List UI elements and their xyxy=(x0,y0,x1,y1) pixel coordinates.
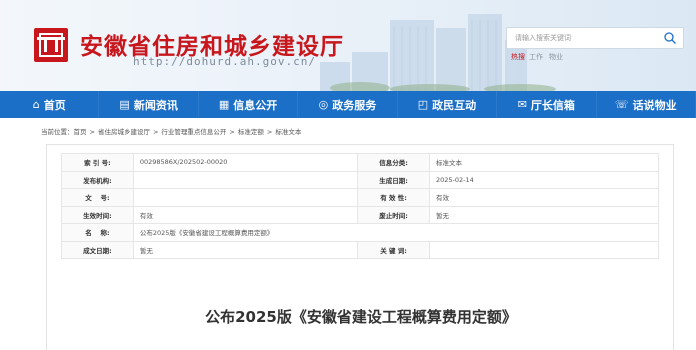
chat-icon: ◰ xyxy=(417,98,429,111)
nav-label: 首页 xyxy=(43,98,66,112)
search-icon[interactable] xyxy=(663,31,677,45)
hot-word-link[interactable]: 工作 xyxy=(529,53,543,61)
doc-no-label: 文 号: xyxy=(61,188,134,207)
index-no-label: 索 引 号: xyxy=(61,153,134,172)
category-label: 信息分类: xyxy=(357,153,430,172)
nav-label: 政民互动 xyxy=(432,98,477,112)
mailbox-icon: ✉ xyxy=(517,98,527,111)
site-logo[interactable] xyxy=(34,28,68,62)
document-info-table: 索 引 号: 00298586X/202502-00020 信息分类: 标准文本… xyxy=(61,153,660,259)
index-no-value: 00298586X/202502-00020 xyxy=(132,153,359,172)
nav-item-info-disclosure[interactable]: ▦ 信息公开 xyxy=(199,91,299,118)
doc-no-value xyxy=(132,188,359,207)
hot-search-label: 热搜 xyxy=(511,53,525,61)
table-row: 名 称: 公布2025版《安徽省建设工程概算费用定额》 xyxy=(61,223,660,242)
breadcrumb-separator: > xyxy=(152,128,159,136)
services-icon: ◎ xyxy=(318,98,329,111)
search-box xyxy=(506,27,684,49)
effective-date-label: 生效时间: xyxy=(61,205,134,224)
breadcrumb: 当前位置：首页 > 省住房城乡建设厅 > 行业管理重点信息公开 > 标准定额 > 标准文本 xyxy=(41,126,304,136)
compose-date-value: 暂无 xyxy=(132,240,359,259)
main-nav: ⌂ 首页 ▤ 新闻资讯 ▦ 信息公开 ◎ 政务服务 ◰ 政民互动 ✉ 厅长信箱 ☏ 话说物业 xyxy=(0,91,696,118)
breadcrumb-link[interactable]: 首页 xyxy=(74,128,87,136)
keywords-value xyxy=(428,240,660,259)
nav-item-interaction[interactable]: ◰ 政民互动 xyxy=(398,91,498,118)
article-panel: 索 引 号: 00298586X/202502-00020 信息分类: 标准文本… xyxy=(46,144,674,350)
phone-icon: ☏ xyxy=(614,98,629,111)
nav-item-news[interactable]: ▤ 新闻资讯 xyxy=(99,91,199,118)
created-date-label: 生成日期: xyxy=(357,170,430,189)
keywords-label: 关 键 词: xyxy=(357,240,430,259)
doc-name-label: 名 称: xyxy=(61,223,134,242)
validity-value: 有效 xyxy=(428,188,660,207)
nav-label: 政务服务 xyxy=(332,98,377,112)
validity-label: 有 效 性: xyxy=(357,188,430,207)
category-value: 标准文本 xyxy=(428,153,660,172)
breadcrumb-link[interactable]: 省住房城乡建设厅 xyxy=(98,128,150,136)
breadcrumb-link[interactable]: 标准定额 xyxy=(238,128,264,136)
home-icon: ⌂ xyxy=(32,98,40,111)
hot-word-link[interactable]: 物业 xyxy=(549,53,563,61)
publisher-label: 发布机构: xyxy=(61,170,134,189)
table-row: 成文日期: 暂无 关 键 词: xyxy=(61,240,660,259)
search-input[interactable] xyxy=(515,31,655,45)
breadcrumb-prefix: 当前位置： xyxy=(41,128,74,136)
breadcrumb-separator: > xyxy=(266,128,273,136)
compose-date-label: 成文日期: xyxy=(61,240,134,259)
nav-label: 新闻资讯 xyxy=(133,98,178,112)
site-url: http://dohurd.ah.gov.cn/ xyxy=(133,55,316,68)
breadcrumb-link[interactable]: 行业管理重点信息公开 xyxy=(161,128,226,136)
site-header: 安徽省住房和城乡建设厅 http://dohurd.ah.gov.cn/ 热搜工… xyxy=(0,0,696,91)
nav-item-property-talk[interactable]: ☏ 话说物业 xyxy=(597,91,696,118)
table-row: 发布机构: 生成日期: 2025-02-14 xyxy=(61,170,660,189)
breadcrumb-current[interactable]: 标准文本 xyxy=(275,128,301,136)
document-list-icon: ▦ xyxy=(218,98,230,111)
nav-item-director-mailbox[interactable]: ✉ 厅长信箱 xyxy=(497,91,597,118)
hot-search-words: 热搜 工作 物业 xyxy=(511,52,569,62)
document-title: 公布2025版《安徽省建设工程概算费用定额》 xyxy=(205,308,517,326)
repeal-date-value: 暂无 xyxy=(428,205,660,224)
nav-label: 话说物业 xyxy=(632,98,677,112)
newspaper-icon: ▤ xyxy=(119,98,130,111)
breadcrumb-separator: > xyxy=(229,128,235,136)
nav-label: 信息公开 xyxy=(233,98,278,112)
table-row: 索 引 号: 00298586X/202502-00020 信息分类: 标准文本 xyxy=(61,153,660,172)
breadcrumb-separator: > xyxy=(89,128,95,136)
repeal-date-label: 废止时间: xyxy=(357,205,430,224)
doc-name-value: 公布2025版《安徽省建设工程概算费用定额》 xyxy=(132,223,660,242)
table-row: 生效时间: 有效 废止时间: 暂无 xyxy=(61,205,660,224)
table-row: 文 号: 有 效 性: 有效 xyxy=(61,188,660,207)
created-date-value: 2025-02-14 xyxy=(428,170,660,189)
publisher-value xyxy=(132,170,359,189)
nav-item-home[interactable]: ⌂ 首页 xyxy=(0,91,100,118)
nav-label: 厅长信箱 xyxy=(530,98,575,112)
effective-date-value: 有效 xyxy=(132,205,359,224)
nav-item-gov-services[interactable]: ◎ 政务服务 xyxy=(298,91,398,118)
